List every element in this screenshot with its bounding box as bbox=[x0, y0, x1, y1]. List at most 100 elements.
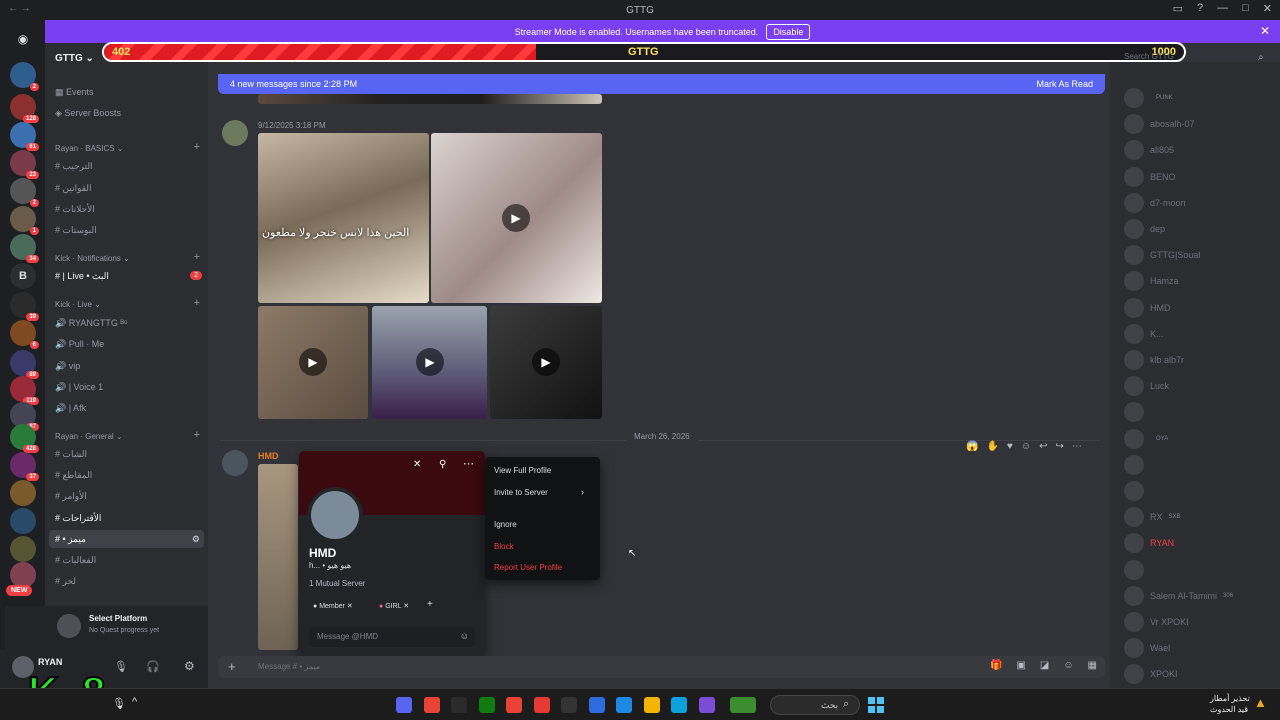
attach-plus-icon[interactable]: + bbox=[228, 659, 236, 674]
play-icon[interactable]: ▶ bbox=[532, 348, 560, 376]
add-friend-icon[interactable]: ⚲ bbox=[439, 459, 446, 470]
channel-item[interactable]: # الشات bbox=[55, 449, 87, 460]
app-icon[interactable] bbox=[589, 697, 605, 713]
member-item[interactable]: klb alb7r bbox=[1124, 350, 1184, 370]
member-item[interactable]: PUNK bbox=[1124, 88, 1173, 108]
member-item[interactable]: HMD bbox=[1124, 297, 1171, 318]
member-item[interactable] bbox=[1124, 559, 1150, 580]
profile-avatar[interactable] bbox=[307, 487, 363, 543]
menu-invite-to-server[interactable]: Invite to Server bbox=[494, 488, 548, 497]
reply-icon[interactable]: ↩ bbox=[1039, 441, 1047, 452]
obs-icon[interactable] bbox=[451, 697, 467, 713]
gift-icon[interactable]: 🎁 bbox=[990, 660, 1002, 671]
voice-channel-item[interactable]: 🔊 | Voice 1 bbox=[55, 382, 103, 393]
file-explorer-icon[interactable] bbox=[644, 697, 660, 713]
server-icon[interactable] bbox=[10, 508, 36, 534]
member-item[interactable]: d7-moon bbox=[1124, 192, 1186, 213]
member-item[interactable]: ali805 bbox=[1124, 140, 1174, 161]
voice-channel-item[interactable]: 🔊 vip bbox=[55, 361, 80, 372]
server-icon[interactable] bbox=[10, 480, 36, 506]
server-icon[interactable]: 37 bbox=[10, 452, 39, 481]
member-item[interactable] bbox=[1124, 454, 1150, 475]
server-icon[interactable]: 128 bbox=[10, 94, 39, 123]
channel-item[interactable]: # القوانين bbox=[55, 183, 92, 194]
channel-item[interactable]: # الأحلانات bbox=[55, 204, 95, 215]
server-icon[interactable]: 6 bbox=[10, 320, 39, 349]
menu-report-profile[interactable]: Report User Profile bbox=[494, 563, 562, 572]
gif-icon[interactable]: ▣ bbox=[1016, 660, 1025, 671]
mic-tray-icon[interactable]: 🎙 bbox=[112, 697, 126, 710]
sticker-icon[interactable]: ◪ bbox=[1040, 660, 1049, 671]
emoji-icon[interactable]: ☺ bbox=[460, 631, 469, 641]
edge-icon[interactable] bbox=[671, 697, 687, 713]
member-item[interactable]: Wael bbox=[1124, 638, 1170, 659]
message-composer[interactable]: + Message # • ميمز 🎁 ▣ ◪ ☺ ▦ bbox=[218, 656, 1105, 678]
avatar[interactable] bbox=[222, 120, 248, 146]
server-icon[interactable] bbox=[10, 536, 36, 562]
minimize-icon[interactable]: — bbox=[1217, 2, 1228, 15]
more-icon[interactable]: ⋯ bbox=[463, 457, 474, 470]
server-icon[interactable]: 89 bbox=[10, 350, 39, 379]
add-channel-icon[interactable]: + bbox=[194, 251, 200, 263]
server-icon[interactable]: 428 bbox=[10, 424, 39, 453]
server-icon[interactable]: 2 bbox=[10, 178, 39, 207]
member-item[interactable]: Luck bbox=[1124, 376, 1169, 397]
avatar[interactable] bbox=[222, 450, 248, 476]
app-icon[interactable] bbox=[506, 697, 522, 713]
channel-item-live[interactable]: # | Live • البث bbox=[55, 271, 109, 282]
channel-item[interactable]: # البوستات bbox=[55, 225, 97, 236]
voice-channel-item[interactable]: 🔊 RYANGTTG ᴮᵒ bbox=[55, 318, 128, 329]
nav-arrows-icon[interactable]: ← → bbox=[8, 3, 31, 14]
category-kick-live[interactable]: Kick · Live ⌄ bbox=[55, 300, 101, 309]
menu-ignore[interactable]: Ignore bbox=[494, 520, 517, 529]
member-item[interactable]: XPOKI bbox=[1124, 664, 1178, 685]
channel-item-active[interactable]: # • ميمز bbox=[55, 534, 86, 545]
forward-icon[interactable]: ↪ bbox=[1055, 441, 1063, 452]
server-icon[interactable]: 119 bbox=[10, 376, 39, 405]
category-basics[interactable]: Rayan · BASICS ⌄ bbox=[55, 144, 124, 153]
game-icon[interactable] bbox=[730, 697, 756, 713]
channel-settings-icon[interactable]: ⚙ bbox=[192, 534, 200, 545]
channel-item[interactable]: # لحر bbox=[55, 576, 76, 587]
member-item[interactable]: Vr XPOKI bbox=[1124, 612, 1189, 632]
discord-icon[interactable] bbox=[396, 697, 412, 713]
member-item[interactable]: GTTG|Soual bbox=[1124, 245, 1200, 266]
voice-channel-item[interactable]: 🔊 | Afk bbox=[55, 403, 86, 414]
emoji-icon[interactable]: ☺ bbox=[1063, 660, 1073, 671]
play-icon[interactable]: ▶ bbox=[416, 348, 444, 376]
app-icon[interactable] bbox=[561, 697, 577, 713]
heart-icon[interactable]: ♥ bbox=[1007, 441, 1013, 452]
voice-channel-item[interactable]: 🔊 Pull · Me bbox=[55, 339, 104, 350]
reaction-icon[interactable]: 😱 bbox=[966, 441, 978, 452]
member-item[interactable]: OYA bbox=[1124, 428, 1168, 449]
add-channel-icon[interactable]: + bbox=[194, 429, 200, 441]
windows-start-icon[interactable] bbox=[868, 697, 884, 713]
profile-message-input[interactable]: Message @HMD ☺ bbox=[309, 627, 475, 647]
taskbar-search[interactable]: بحث ⌕ bbox=[770, 695, 860, 715]
server-name[interactable]: GTTG ⌄ bbox=[55, 53, 94, 64]
banner-close-icon[interactable]: ✕ bbox=[1260, 24, 1270, 38]
composer-input[interactable]: Message # • ميمز bbox=[258, 662, 320, 671]
category-general[interactable]: Rayan · General ⌄ bbox=[55, 432, 123, 441]
close-icon[interactable]: ✕ bbox=[413, 459, 421, 470]
close-window-icon[interactable]: ✕ bbox=[1263, 2, 1272, 15]
server-icon[interactable]: 39 bbox=[10, 292, 39, 321]
user-settings-icon[interactable]: ⚙ bbox=[184, 659, 195, 673]
app-icon[interactable] bbox=[534, 697, 550, 713]
channel-item[interactable]: # الأقتراحات bbox=[55, 513, 101, 524]
play-icon[interactable]: ▶ bbox=[299, 348, 327, 376]
play-icon[interactable]: ▶ bbox=[502, 204, 530, 232]
quest-panel[interactable]: Select Platform No Quest progress yet bbox=[5, 606, 208, 650]
headphones-icon[interactable]: 🎧 bbox=[146, 660, 160, 673]
member-item[interactable]: BENO bbox=[1124, 166, 1176, 187]
category-notifications[interactable]: Kick · Notifications ⌄ bbox=[55, 254, 130, 263]
attachment-image[interactable] bbox=[258, 464, 298, 650]
member-item[interactable]: RYAN bbox=[1124, 533, 1174, 554]
server-icon[interactable]: 34 bbox=[10, 234, 39, 263]
message-author[interactable]: HMD bbox=[258, 451, 279, 461]
channel-item[interactable]: # الفعاليات bbox=[55, 555, 96, 566]
server-icon[interactable]: 2 bbox=[10, 62, 39, 91]
xbox-icon[interactable] bbox=[479, 697, 495, 713]
channel-item[interactable]: # الترحيب bbox=[55, 161, 93, 172]
weather-warning-icon[interactable]: ▲ bbox=[1254, 695, 1267, 710]
